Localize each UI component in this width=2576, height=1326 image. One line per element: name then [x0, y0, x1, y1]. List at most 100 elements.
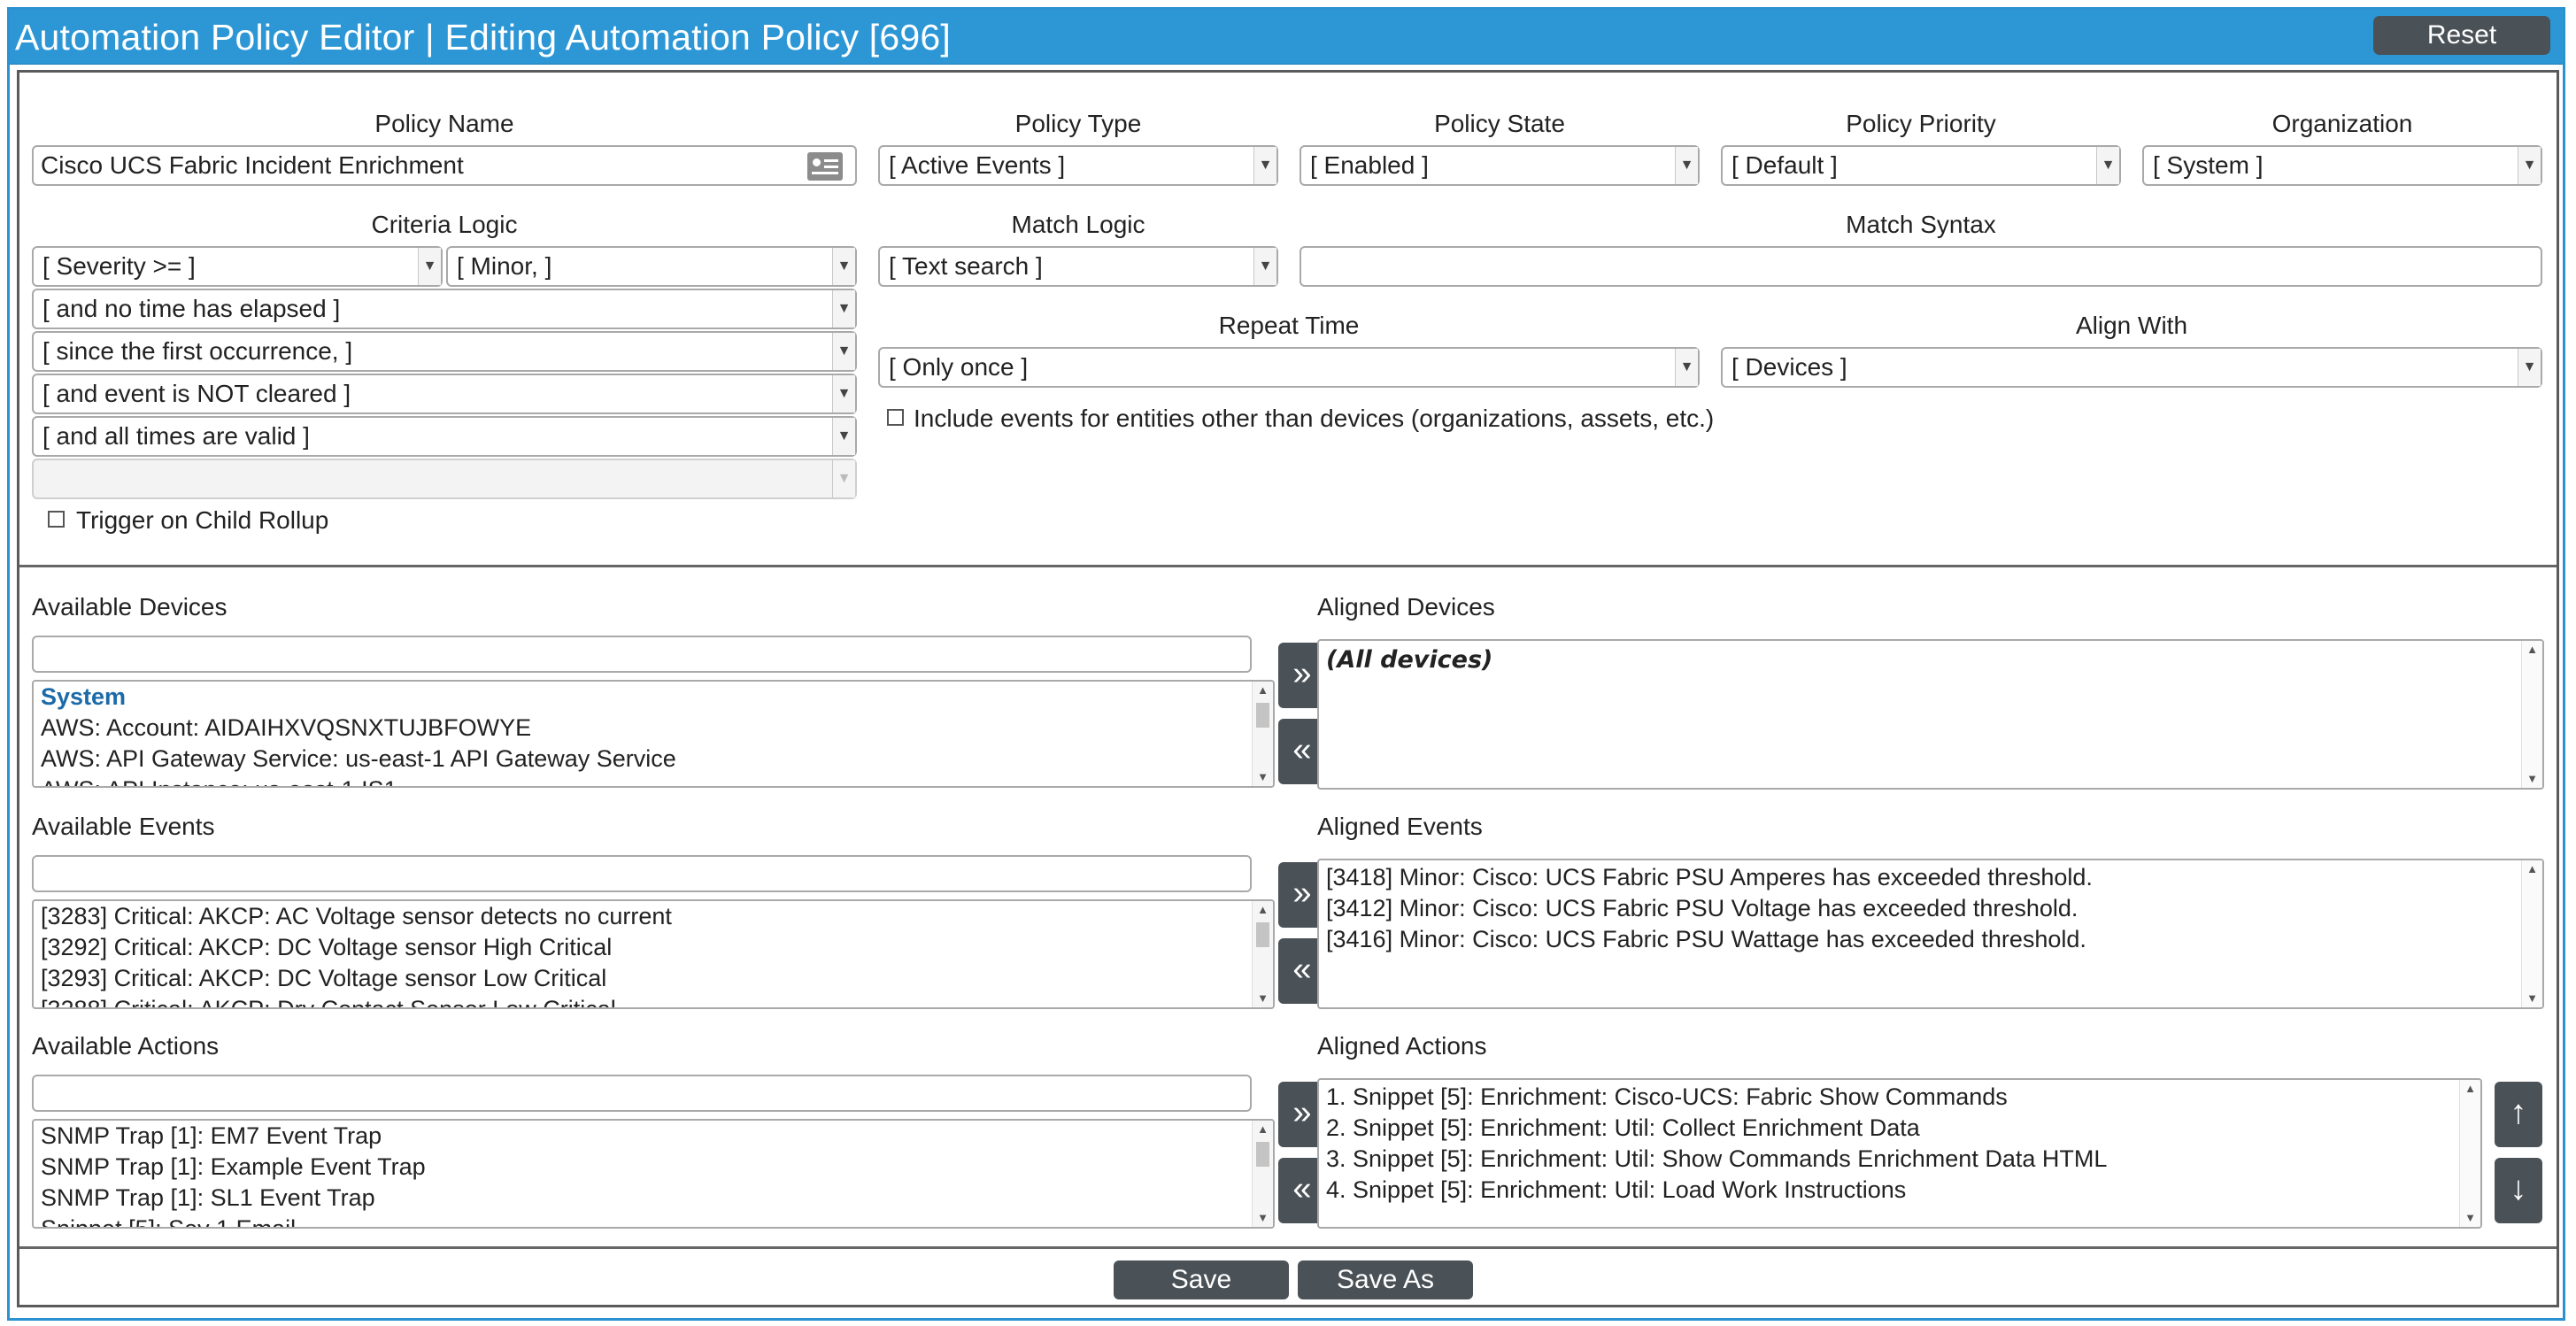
- aligned-devices-list[interactable]: (All devices) ▲ ▼: [1317, 639, 2544, 790]
- trigger-child-rollup-label: Trigger on Child Rollup: [76, 506, 329, 534]
- aligned-events-label: Aligned Events: [1317, 813, 1483, 840]
- align-with-value: [ Devices ]: [1731, 353, 1847, 381]
- scrollbar[interactable]: ▲ ▼: [2459, 1080, 2480, 1227]
- list-item[interactable]: SNMP Trap [1]: Example Event Trap: [34, 1152, 1273, 1183]
- criteria-since-value: [ since the first occurrence, ]: [42, 337, 353, 365]
- list-item[interactable]: Snippet [5]: Sev 1 Email: [34, 1214, 1273, 1227]
- chevron-down-icon: ▼: [832, 418, 855, 455]
- chevron-down-icon: ▼: [1675, 147, 1698, 184]
- list-item[interactable]: [3288] Critical: AKCP: Dry Contact Senso…: [34, 994, 1273, 1007]
- policy-name-input[interactable]: Cisco UCS Fabric Incident Enrichment: [32, 145, 857, 186]
- chevron-down-icon: ▼: [832, 375, 855, 412]
- trigger-child-rollup-checkbox[interactable]: [48, 511, 65, 528]
- chevron-down-icon: ▼: [418, 248, 441, 285]
- chevron-down-icon: ▼: [832, 290, 855, 328]
- policy-name-label: Policy Name: [374, 110, 514, 137]
- criteria-time-elapsed-value: [ and no time has elapsed ]: [42, 295, 341, 322]
- policy-priority-label: Policy Priority: [1846, 110, 1996, 137]
- match-logic-label: Match Logic: [1011, 211, 1145, 238]
- policy-name-value: Cisco UCS Fabric Incident Enrichment: [41, 151, 464, 179]
- list-item[interactable]: [3412] Minor: Cisco: UCS Fabric PSU Volt…: [1319, 893, 2542, 924]
- policy-state-select[interactable]: [ Enabled ] ▼: [1300, 145, 1700, 186]
- align-with-label: Align With: [2075, 312, 2188, 339]
- list-item[interactable]: 1. Snippet [5]: Enrichment: Cisco-UCS: F…: [1319, 1080, 2480, 1113]
- save-button[interactable]: Save: [1114, 1260, 1289, 1299]
- editor-panel: Policy Name Policy Type Policy State Pol…: [17, 70, 2559, 1307]
- scrollbar[interactable]: ▲ ▼: [1252, 682, 1273, 786]
- available-events-list[interactable]: [3283] Critical: AKCP: AC Voltage sensor…: [32, 899, 1275, 1009]
- chevron-down-icon: ▼: [832, 460, 855, 497]
- list-item[interactable]: [3418] Minor: Cisco: UCS Fabric PSU Ampe…: [1319, 860, 2542, 893]
- repeat-time-label: Repeat Time: [1218, 312, 1360, 339]
- aligned-actions-list[interactable]: 1. Snippet [5]: Enrichment: Cisco-UCS: F…: [1317, 1078, 2482, 1229]
- list-item[interactable]: SNMP Trap [1]: EM7 Event Trap: [34, 1121, 1273, 1152]
- list-item[interactable]: [3293] Critical: AKCP: DC Voltage sensor…: [34, 963, 1273, 994]
- available-actions-label: Available Actions: [32, 1032, 220, 1060]
- chevron-down-icon: ▼: [2518, 349, 2541, 386]
- include-entities-label: Include events for entities other than d…: [914, 405, 1715, 432]
- align-with-select[interactable]: [ Devices ] ▼: [1721, 347, 2542, 388]
- chevron-down-icon: ▼: [832, 333, 855, 370]
- list-item[interactable]: 2. Snippet [5]: Enrichment: Util: Collec…: [1319, 1113, 2480, 1144]
- list-item[interactable]: AWS: API Instance: us-east-1 IS1: [34, 775, 1273, 786]
- include-entities-checkbox[interactable]: [887, 409, 904, 426]
- move-down-button[interactable]: ↓: [2495, 1158, 2542, 1223]
- criteria-since-select[interactable]: [ since the first occurrence, ] ▼: [32, 331, 857, 372]
- policy-type-select[interactable]: [ Active Events ] ▼: [878, 145, 1278, 186]
- chevron-down-icon: ▼: [2518, 147, 2541, 184]
- available-actions-filter[interactable]: [32, 1075, 1252, 1112]
- policy-editor-window: Automation Policy Editor | Editing Autom…: [7, 7, 2565, 1321]
- criteria-level-select[interactable]: [ Minor, ] ▼: [446, 246, 857, 287]
- organization-label: Organization: [2271, 110, 2413, 137]
- match-logic-select[interactable]: [ Text search ] ▼: [878, 246, 1278, 287]
- policy-priority-value: [ Default ]: [1731, 151, 1838, 179]
- list-item[interactable]: [3292] Critical: AKCP: DC Voltage sensor…: [34, 932, 1273, 963]
- chevron-down-icon: ▼: [1675, 349, 1698, 386]
- available-events-filter[interactable]: [32, 855, 1252, 892]
- aligned-events-list[interactable]: [3418] Minor: Cisco: UCS Fabric PSU Ampe…: [1317, 859, 2544, 1009]
- criteria-extra-select: ▼: [32, 459, 857, 499]
- contact-card-icon[interactable]: [807, 152, 843, 181]
- list-item[interactable]: AWS: Account: AIDAIHXVQSNXTUJBFOWYE: [34, 713, 1273, 744]
- available-devices-filter[interactable]: [32, 636, 1252, 673]
- criteria-logic-label: Criteria Logic: [371, 211, 518, 238]
- list-item[interactable]: (All devices): [1319, 641, 2542, 675]
- criteria-cleared-select[interactable]: [ and event is NOT cleared ] ▼: [32, 374, 857, 414]
- move-up-button[interactable]: ↑: [2495, 1082, 2542, 1147]
- save-as-button[interactable]: Save As: [1298, 1260, 1473, 1299]
- criteria-cleared-value: [ and event is NOT cleared ]: [42, 380, 351, 407]
- policy-type-label: Policy Type: [1014, 110, 1142, 137]
- list-item[interactable]: [3416] Minor: Cisco: UCS Fabric PSU Watt…: [1319, 924, 2542, 955]
- reset-button[interactable]: Reset: [2373, 16, 2550, 55]
- scrollbar[interactable]: ▲ ▼: [1252, 1121, 1273, 1227]
- available-events-label: Available Events: [32, 813, 215, 840]
- list-item[interactable]: AWS: API Gateway Service: us-east-1 API …: [34, 744, 1273, 775]
- policy-type-value: [ Active Events ]: [889, 151, 1066, 179]
- policy-state-value: [ Enabled ]: [1310, 151, 1429, 179]
- criteria-time-elapsed-select[interactable]: [ and no time has elapsed ] ▼: [32, 289, 857, 329]
- title-bar: Automation Policy Editor | Editing Autom…: [10, 10, 2563, 65]
- organization-select[interactable]: [ System ] ▼: [2142, 145, 2542, 186]
- scrollbar[interactable]: ▲ ▼: [2521, 641, 2542, 788]
- list-item[interactable]: [3283] Critical: AKCP: AC Voltage sensor…: [34, 901, 1273, 932]
- criteria-severity-value: [ Severity >= ]: [42, 252, 196, 280]
- list-item[interactable]: 4. Snippet [5]: Enrichment: Util: Load W…: [1319, 1175, 2480, 1206]
- criteria-times-select[interactable]: [ and all times are valid ] ▼: [32, 416, 857, 457]
- list-item[interactable]: 3. Snippet [5]: Enrichment: Util: Show C…: [1319, 1144, 2480, 1175]
- policy-priority-select[interactable]: [ Default ] ▼: [1721, 145, 2121, 186]
- list-item[interactable]: System: [34, 682, 1273, 713]
- match-syntax-input[interactable]: [1300, 246, 2542, 287]
- chevron-down-icon: ▼: [1253, 147, 1276, 184]
- repeat-time-select[interactable]: [ Only once ] ▼: [878, 347, 1700, 388]
- scrollbar[interactable]: ▲ ▼: [1252, 901, 1273, 1007]
- available-devices-list[interactable]: System AWS: Account: AIDAIHXVQSNXTUJBFOW…: [32, 680, 1275, 788]
- chevron-down-icon: ▼: [2096, 147, 2119, 184]
- criteria-times-value: [ and all times are valid ]: [42, 422, 310, 450]
- available-actions-list[interactable]: SNMP Trap [1]: EM7 Event Trap SNMP Trap …: [32, 1119, 1275, 1229]
- aligned-devices-label: Aligned Devices: [1317, 593, 1495, 621]
- policy-state-label: Policy State: [1434, 110, 1565, 137]
- scrollbar[interactable]: ▲ ▼: [2521, 860, 2542, 1007]
- list-item[interactable]: SNMP Trap [1]: SL1 Event Trap: [34, 1183, 1273, 1214]
- criteria-severity-select[interactable]: [ Severity >= ] ▼: [32, 246, 443, 287]
- organization-value: [ System ]: [2153, 151, 2264, 179]
